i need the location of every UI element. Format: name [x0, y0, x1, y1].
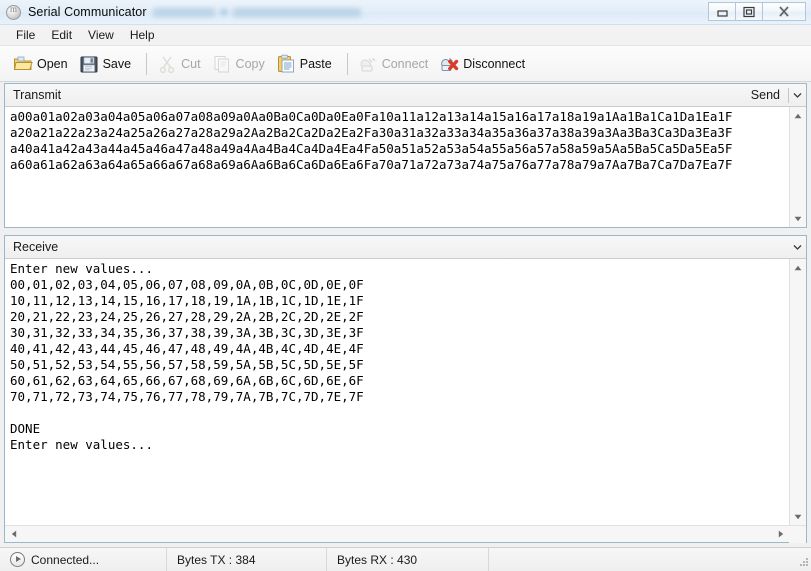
panels-container: Transmit Send a00a01a02a03a04a05a06a07a0… — [0, 82, 811, 547]
title-bar: Serial Communicator — [0, 0, 811, 25]
receive-panel: Receive Enter new values... 00,01,02,03,… — [4, 235, 807, 543]
connect-button-label: Connect — [382, 57, 429, 71]
receive-scroll-down-button[interactable] — [790, 508, 806, 525]
connect-plug-icon — [358, 54, 378, 74]
open-button-label: Open — [37, 57, 68, 71]
folder-open-icon — [13, 54, 33, 74]
menu-item-view[interactable]: View — [80, 26, 122, 44]
application-window: Serial Communicator — [0, 0, 811, 571]
triangle-left-icon — [11, 530, 17, 538]
transmit-vertical-scrollbar[interactable] — [789, 107, 806, 227]
receive-scroll-track[interactable] — [790, 276, 806, 508]
receive-dropdown-button[interactable] — [789, 236, 806, 258]
window-title-redacted-suffix — [153, 8, 361, 17]
status-bar: Connected... Bytes TX : 384 Bytes RX : 4… — [0, 547, 811, 571]
paste-button[interactable]: Paste — [273, 52, 338, 76]
clipboard-paste-icon — [276, 54, 296, 74]
receive-textarea[interactable]: Enter new values... 00,01,02,03,04,05,06… — [5, 259, 789, 525]
connection-status-text: Connected... — [31, 553, 99, 567]
transmit-panel: Transmit Send a00a01a02a03a04a05a06a07a0… — [4, 83, 807, 228]
connect-button[interactable]: Connect — [355, 52, 435, 76]
receive-scroll-up-button[interactable] — [790, 259, 806, 276]
save-button-label: Save — [103, 57, 132, 71]
save-button[interactable]: Save — [76, 52, 138, 76]
status-extra-cell — [489, 548, 811, 571]
menu-item-help[interactable]: Help — [122, 26, 163, 44]
triangle-up-icon — [794, 113, 802, 119]
scrollbar-corner — [789, 526, 806, 543]
transmit-scroll-track[interactable] — [790, 124, 806, 210]
send-dropdown-button[interactable] — [789, 84, 806, 106]
menu-item-edit[interactable]: Edit — [43, 26, 80, 44]
receive-scroll-right-button[interactable] — [772, 526, 789, 542]
close-button[interactable] — [762, 2, 806, 21]
chevron-down-icon — [793, 92, 802, 98]
copy-pages-icon — [212, 54, 232, 74]
scissors-icon — [157, 54, 177, 74]
chevron-down-icon — [793, 244, 802, 250]
open-button[interactable]: Open — [10, 52, 74, 76]
disconnect-button[interactable]: Disconnect — [436, 52, 531, 76]
status-bytes-tx-cell: Bytes TX : 384 — [167, 548, 327, 571]
receive-scroll-left-button[interactable] — [5, 526, 22, 542]
cut-button[interactable]: Cut — [154, 52, 206, 76]
receive-hscroll-track[interactable] — [22, 526, 772, 542]
window-title: Serial Communicator — [28, 5, 147, 19]
app-logo-icon — [6, 5, 21, 20]
receive-horizontal-scrollbar[interactable] — [5, 525, 806, 542]
receive-panel-header: Receive — [5, 236, 806, 259]
transmit-scroll-up-button[interactable] — [790, 107, 806, 124]
status-bytes-rx-cell: Bytes RX : 430 — [327, 548, 489, 571]
connected-status-icon — [10, 552, 25, 567]
menu-bar: File Edit View Help — [0, 25, 811, 46]
menu-item-file[interactable]: File — [8, 26, 43, 44]
copy-button-label: Copy — [236, 57, 265, 71]
status-connection-cell: Connected... — [0, 548, 167, 571]
receive-vertical-scrollbar[interactable] — [789, 259, 806, 525]
minimize-button[interactable] — [708, 2, 736, 21]
transmit-panel-header: Transmit Send — [5, 84, 806, 107]
window-controls — [709, 2, 806, 21]
floppy-disk-icon — [79, 54, 99, 74]
transmit-panel-title: Transmit — [13, 88, 743, 102]
receive-panel-body: Enter new values... 00,01,02,03,04,05,06… — [5, 259, 806, 542]
toolbar-separator-1 — [146, 53, 147, 75]
triangle-right-icon — [778, 530, 784, 538]
paste-button-label: Paste — [300, 57, 332, 71]
transmit-scroll-down-button[interactable] — [790, 210, 806, 227]
toolbar: Open Save — [0, 46, 811, 82]
maximize-button[interactable] — [735, 2, 763, 21]
disconnect-button-label: Disconnect — [463, 57, 525, 71]
send-button[interactable]: Send — [743, 84, 788, 106]
transmit-panel-body: a00a01a02a03a04a05a06a07a08a09a0Aa0Ba0Ca… — [5, 107, 806, 227]
triangle-up-icon — [794, 265, 802, 271]
triangle-down-icon — [794, 216, 802, 222]
receive-panel-title: Receive — [13, 240, 789, 254]
triangle-down-icon — [794, 514, 802, 520]
copy-button[interactable]: Copy — [209, 52, 271, 76]
toolbar-separator-2 — [347, 53, 348, 75]
disconnect-plug-icon — [439, 54, 459, 74]
cut-button-label: Cut — [181, 57, 200, 71]
resize-grip-icon[interactable] — [797, 557, 809, 569]
transmit-textarea[interactable]: a00a01a02a03a04a05a06a07a08a09a0Aa0Ba0Ca… — [5, 107, 789, 227]
